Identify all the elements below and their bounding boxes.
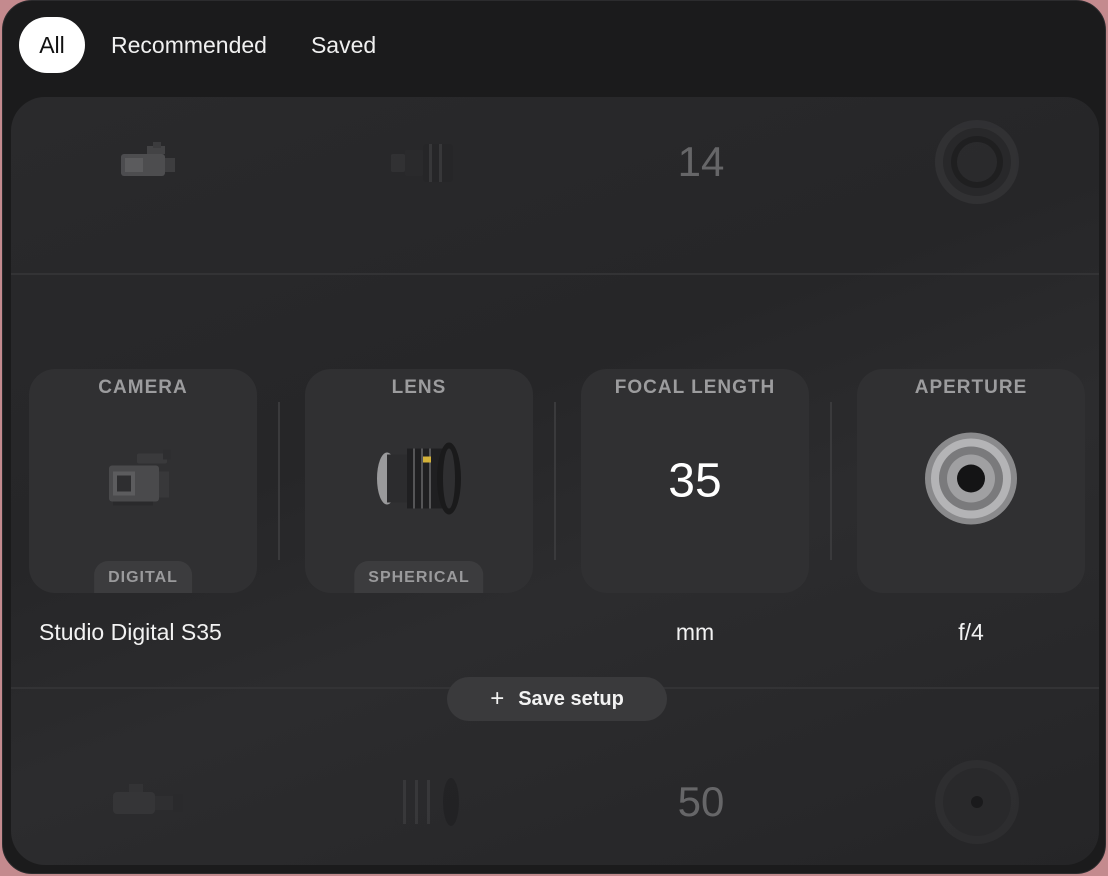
lens-type-badge: SPHERICAL [354,561,484,593]
tab-saved[interactable]: Saved [293,17,394,73]
tab-recommended[interactable]: Recommended [93,17,285,73]
aperture-card-title: APERTURE [914,377,1028,398]
camera-name: Studio Digital S35 [39,619,222,645]
card-separator [830,402,832,560]
cine-lens-icon [373,439,465,524]
video-camera-icon [11,737,287,865]
focal-length-value: 35 [668,454,722,508]
plus-icon: + [490,685,505,712]
save-setup-label: Save setup [518,687,624,710]
lens-card-title: LENS [391,377,447,398]
card-separator [554,402,556,560]
tab-all[interactable]: All [19,17,85,73]
cinema-camera-icon [11,97,287,227]
next-setup-row[interactable]: 50 [11,737,1099,865]
aperture-card[interactable]: APERTURE [857,369,1085,593]
focal-length-unit: mm [675,619,715,645]
previous-focal-length: 14 [677,138,725,185]
card-separator [278,402,280,560]
save-setup-button[interactable]: + Save setup [447,677,667,721]
camera-type-badge: DIGITAL [94,561,192,593]
setup-picker-window: All Recommended Saved 14 CAMERA DIGITAL … [2,0,1106,874]
cine-lens-icon [287,737,563,865]
focal-length-card[interactable]: FOCAL LENGTH 35 [581,369,809,593]
aperture-value: f/4 [958,619,984,645]
previous-setup-row[interactable]: 14 [11,97,1099,227]
filter-tabs: All Recommended Saved [19,17,394,73]
aperture-ring-icon [839,737,1099,865]
next-focal-length: 50 [677,778,725,825]
cine-lens-icon [287,97,563,227]
aperture-ring-icon [839,97,1099,227]
camera-card-title: CAMERA [98,377,188,398]
camera-card[interactable]: CAMERA DIGITAL [29,369,257,593]
cinema-camera-icon [103,448,183,515]
lens-card[interactable]: LENS SPHERICAL [305,369,533,593]
row-divider [11,273,1099,275]
aperture-ring-icon [923,431,1019,532]
focal-length-card-title: FOCAL LENGTH [614,377,776,398]
setup-carousel[interactable]: 14 CAMERA DIGITAL LENS SPHERICAL FOCAL L… [11,97,1099,865]
